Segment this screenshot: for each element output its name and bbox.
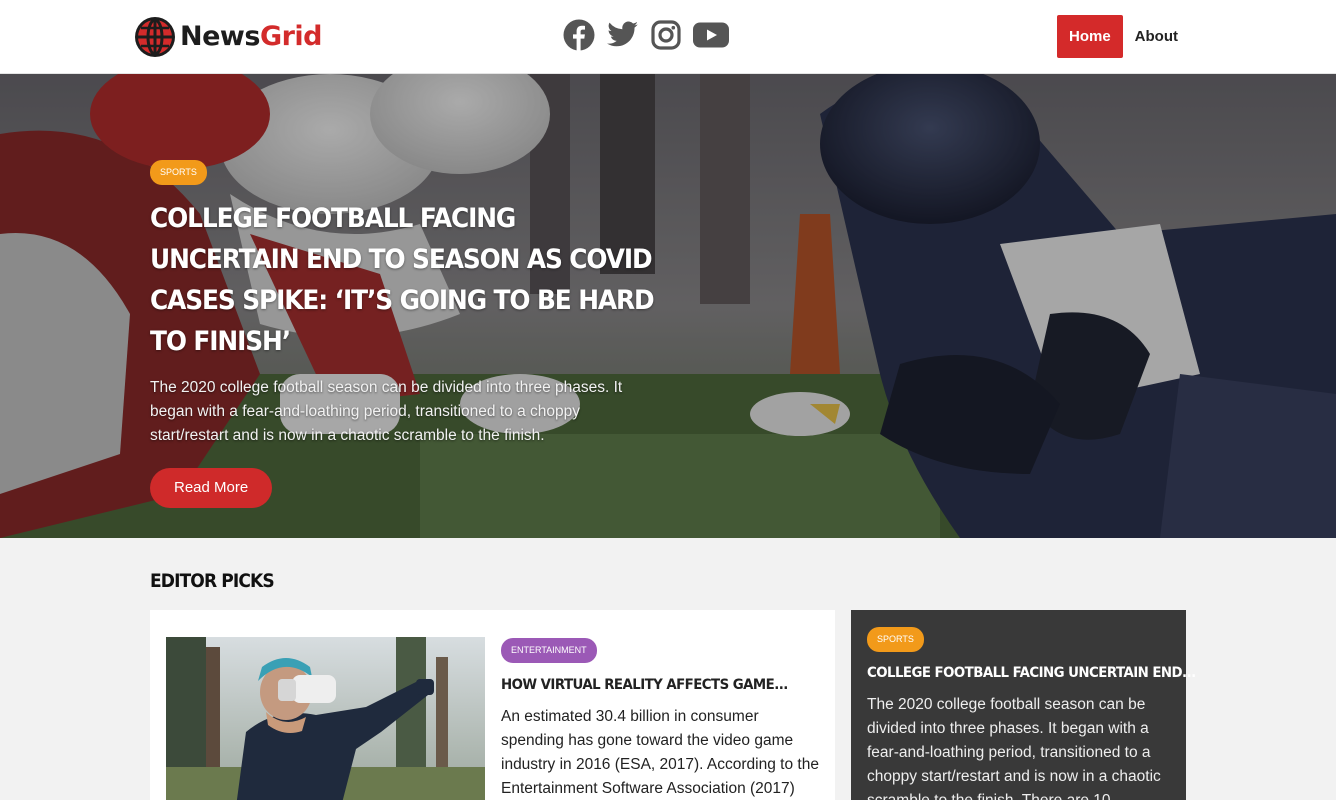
entertainment-badge[interactable]: Entertainment — [501, 638, 597, 663]
facebook-icon[interactable] — [563, 19, 595, 51]
editor-pick-main-description: An estimated 30.4 billion in consumer sp… — [501, 708, 819, 797]
site-header: NewsGrid Home About — [0, 0, 1336, 74]
vr-photo — [166, 637, 485, 800]
logo-text-news: News — [180, 21, 260, 52]
main-nav: Home About — [1056, 15, 1190, 58]
twitter-icon[interactable] — [607, 21, 639, 49]
hero-description: The 2020 college football season can be … — [150, 379, 623, 444]
vr-article-image[interactable] — [166, 637, 485, 800]
site-logo[interactable]: NewsGrid — [134, 15, 323, 59]
sports-badge[interactable]: Sports — [867, 627, 924, 652]
editor-pick-main-title[interactable]: How Virtual Reality Affects Game... — [501, 677, 795, 693]
logo-text-grid: Grid — [259, 21, 323, 52]
hero-category-badge[interactable]: Sports — [150, 160, 207, 185]
instagram-icon[interactable] — [651, 20, 681, 50]
editor-pick-card-main[interactable]: Entertainment How Virtual Reality Affect… — [150, 610, 835, 800]
editor-pick-card-side[interactable]: Sports College Football Facing Uncertain… — [851, 610, 1196, 800]
editor-picks-heading: Editor Picks — [150, 570, 275, 592]
hero-content: Sports College Football Facing Uncertain… — [150, 160, 670, 508]
editor-pick-side-body: Sports College Football Facing Uncertain… — [867, 627, 1196, 800]
editor-pick-side-title[interactable]: College Football Facing Uncertain End... — [867, 665, 1196, 681]
social-links — [563, 19, 741, 51]
read-more-button[interactable]: Read More — [150, 468, 273, 508]
hero-title[interactable]: College Football Facing Uncertain End to… — [150, 198, 665, 362]
youtube-icon[interactable] — [693, 22, 729, 48]
hero-banner[interactable]: Sports College Football Facing Uncertain… — [0, 74, 1336, 538]
nav-about-link[interactable]: About — [1123, 15, 1190, 58]
logo-text: NewsGrid — [180, 15, 323, 59]
editor-pick-main-body: Entertainment How Virtual Reality Affect… — [501, 638, 821, 800]
globe-logo-icon — [135, 17, 175, 57]
editor-pick-side-description: The 2020 college football season can be … — [867, 696, 1161, 800]
nav-home-link[interactable]: Home — [1056, 15, 1123, 58]
